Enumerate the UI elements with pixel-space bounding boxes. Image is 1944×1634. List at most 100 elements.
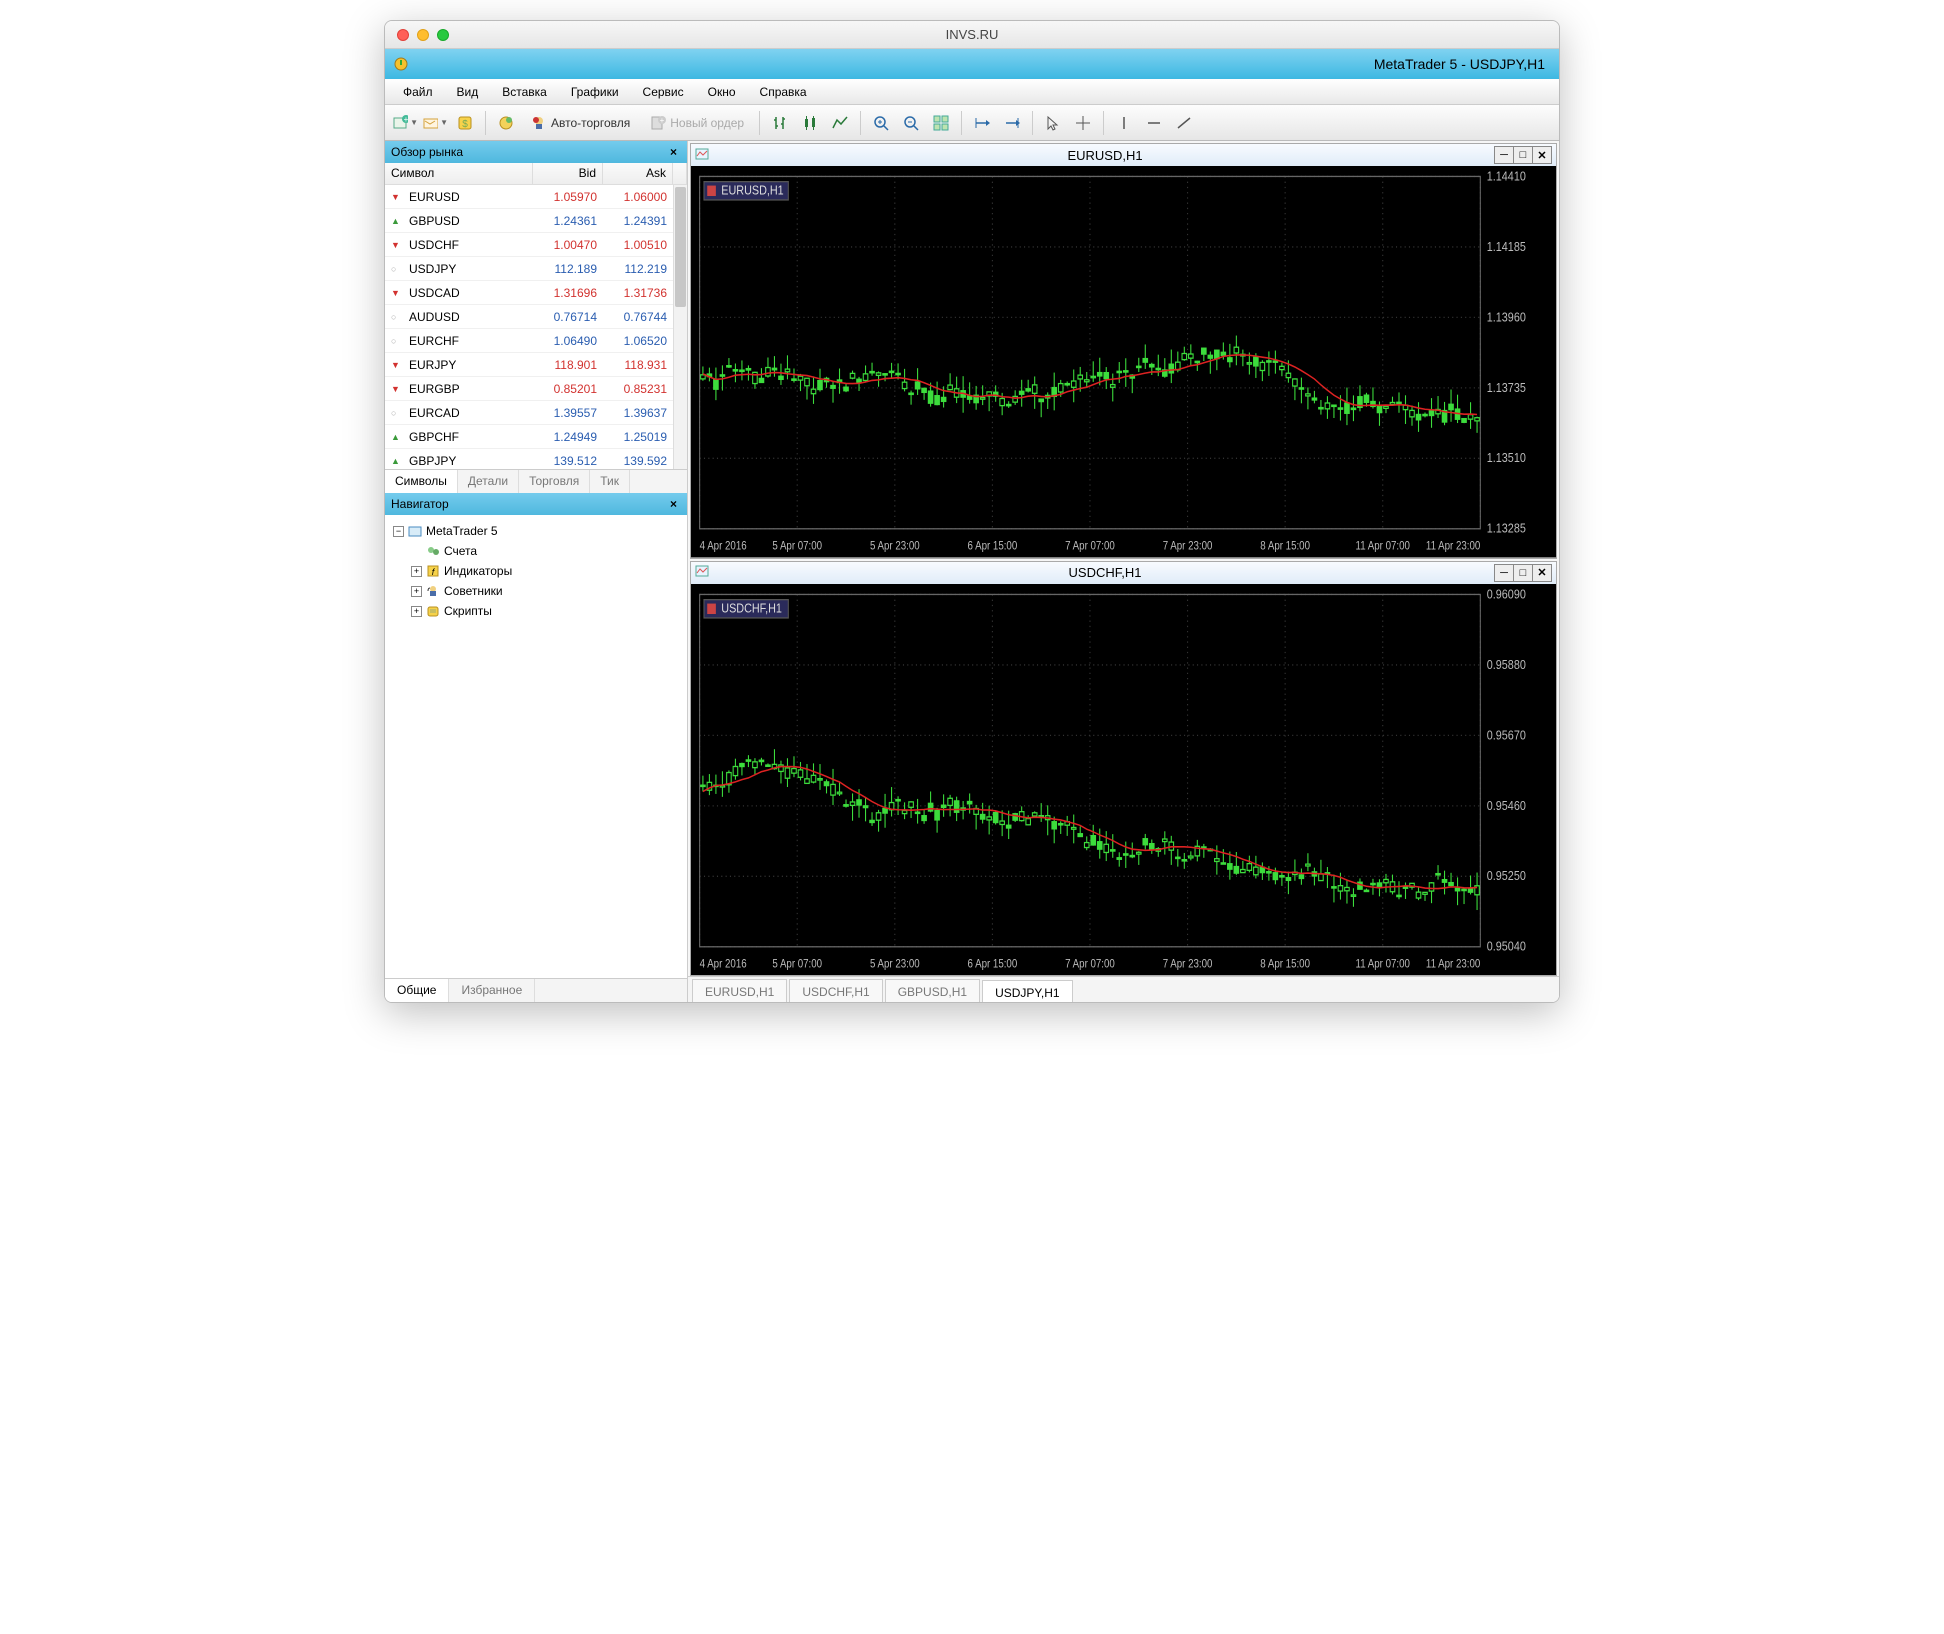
minimize-button[interactable]: ─ [1494, 146, 1514, 164]
chart-window[interactable]: USDCHF,H1 ─ □ ✕ 0.960900.958800.956700.9… [690, 561, 1557, 977]
tab-symbols[interactable]: Символы [385, 470, 458, 494]
autotrade-button[interactable]: Авто-торговля [522, 109, 639, 137]
tab-favorites[interactable]: Избранное [449, 979, 535, 1002]
svg-text:11 Apr 07:00: 11 Apr 07:00 [1356, 540, 1410, 553]
crosshair-button[interactable] [1069, 109, 1097, 137]
market-watch-header[interactable]: Обзор рынка × [385, 141, 687, 163]
menu-window[interactable]: Окно [698, 82, 746, 102]
new-chart-button[interactable]: +▼ [391, 109, 419, 137]
market-row[interactable]: ▲ GBPJPY 139.512 139.592 [385, 449, 687, 469]
market-scrollbar[interactable] [673, 185, 687, 469]
menu-insert[interactable]: Вставка [492, 82, 557, 102]
tab-trade[interactable]: Торговля [519, 470, 590, 493]
close-panel-icon[interactable]: × [666, 497, 681, 511]
svg-text:1.13510: 1.13510 [1487, 450, 1526, 465]
shift-chart-button[interactable] [968, 109, 996, 137]
chart-tab[interactable]: EURUSD,H1 [692, 979, 787, 1002]
chart-tab[interactable]: USDJPY,H1 [982, 980, 1072, 1002]
market-row[interactable]: ▼ EURJPY 118.901 118.931 [385, 353, 687, 377]
candle-chart-button[interactable] [796, 109, 824, 137]
col-symbol[interactable]: Символ [385, 163, 533, 184]
tree-item-accounts[interactable]: Счета [393, 541, 679, 561]
minimize-icon[interactable] [417, 29, 429, 41]
market-row[interactable]: ▲ GBPUSD 1.24361 1.24391 [385, 209, 687, 233]
svg-text:0.95880: 0.95880 [1487, 656, 1526, 671]
profiles-button[interactable]: ▼ [421, 109, 449, 137]
chart-tab[interactable]: USDCHF,H1 [789, 979, 882, 1002]
hline-button[interactable] [1140, 109, 1168, 137]
market-row[interactable]: ▲ GBPCHF 1.24949 1.25019 [385, 425, 687, 449]
expert-icon [426, 584, 440, 598]
minimize-button[interactable]: ─ [1494, 564, 1514, 582]
expand-icon[interactable]: + [411, 606, 422, 617]
chart-title-label: EURUSD,H1 [715, 148, 1495, 163]
chart-tab[interactable]: GBPUSD,H1 [885, 979, 980, 1002]
ask-value: 1.24391 [603, 214, 673, 228]
chart-titlebar[interactable]: EURUSD,H1 ─ □ ✕ [691, 144, 1556, 166]
svg-text:7 Apr 23:00: 7 Apr 23:00 [1163, 540, 1213, 553]
close-panel-icon[interactable]: × [666, 145, 681, 159]
tree-item-indicators[interactable]: + f Индикаторы [393, 561, 679, 581]
collapse-icon[interactable]: − [393, 526, 404, 537]
mac-titlebar[interactable]: INVS.RU [385, 21, 1559, 49]
market-row[interactable]: ○ USDJPY 112.189 112.219 [385, 257, 687, 281]
tab-ticks[interactable]: Тик [590, 470, 630, 493]
tree-item-experts[interactable]: + Советники [393, 581, 679, 601]
new-order-button[interactable]: +Новый ордер [641, 109, 753, 137]
close-button[interactable]: ✕ [1532, 564, 1552, 582]
market-row[interactable]: ▼ EURGBP 0.85201 0.85231 [385, 377, 687, 401]
close-button[interactable]: ✕ [1532, 146, 1552, 164]
maximize-icon[interactable] [437, 29, 449, 41]
maximize-button[interactable]: □ [1513, 146, 1533, 164]
tab-common[interactable]: Общие [385, 979, 449, 1002]
tree-item-scripts[interactable]: + Скрипты [393, 601, 679, 621]
market-row[interactable]: ○ EURCAD 1.39557 1.39637 [385, 401, 687, 425]
expand-icon[interactable]: + [411, 566, 422, 577]
market-row[interactable]: ▼ USDCHF 1.00470 1.00510 [385, 233, 687, 257]
svg-text:$: $ [462, 119, 468, 130]
line-chart-button[interactable] [826, 109, 854, 137]
maximize-button[interactable]: □ [1513, 564, 1533, 582]
close-icon[interactable] [397, 29, 409, 41]
vline-button[interactable] [1110, 109, 1138, 137]
menu-help[interactable]: Справка [750, 82, 817, 102]
chart-canvas[interactable]: 1.144101.141851.139601.137351.135101.132… [691, 166, 1556, 558]
navigator-tree[interactable]: − MetaTrader 5 Счета + f Индикато [385, 515, 687, 978]
navigator-header[interactable]: Навигатор × [385, 493, 687, 515]
expand-icon[interactable]: + [411, 586, 422, 597]
toolbox-button[interactable] [492, 109, 520, 137]
chart-canvas[interactable]: 0.960900.958800.956700.954600.952500.950… [691, 584, 1556, 976]
toolbar: +▼ ▼ $ Авто-торговля +Новый ордер [385, 105, 1559, 141]
market-body[interactable]: ▼ EURUSD 1.05970 1.06000▲ GBPUSD 1.24361… [385, 185, 687, 469]
auto-scroll-button[interactable] [998, 109, 1026, 137]
chart-tabs: EURUSD,H1USDCHF,H1GBPUSD,H1USDJPY,H1 [688, 976, 1559, 1002]
market-row[interactable]: ▼ EURUSD 1.05970 1.06000 [385, 185, 687, 209]
bid-value: 1.24949 [533, 430, 603, 444]
tree-item-label: Счета [444, 544, 477, 558]
market-row[interactable]: ▼ USDCAD 1.31696 1.31736 [385, 281, 687, 305]
col-scroll-spacer [673, 163, 687, 184]
chart-titlebar[interactable]: USDCHF,H1 ─ □ ✕ [691, 562, 1556, 584]
menu-service[interactable]: Сервис [633, 82, 694, 102]
cursor-button[interactable] [1039, 109, 1067, 137]
tree-root[interactable]: − MetaTrader 5 [393, 521, 679, 541]
menu-file[interactable]: Файл [393, 82, 443, 102]
menu-charts[interactable]: Графики [561, 82, 629, 102]
zoom-in-button[interactable] [867, 109, 895, 137]
scrollbar-thumb[interactable] [675, 187, 686, 307]
market-watch-button[interactable]: $ [451, 109, 479, 137]
col-bid[interactable]: Bid [533, 163, 603, 184]
menu-view[interactable]: Вид [447, 82, 489, 102]
zoom-out-button[interactable] [897, 109, 925, 137]
market-row[interactable]: ○ AUDUSD 0.76714 0.76744 [385, 305, 687, 329]
tab-details[interactable]: Детали [458, 470, 519, 493]
app-titlebar[interactable]: MetaTrader 5 - USDJPY,H1 [385, 49, 1559, 79]
tile-windows-button[interactable] [927, 109, 955, 137]
trendline-button[interactable] [1170, 109, 1198, 137]
market-row[interactable]: ○ EURCHF 1.06490 1.06520 [385, 329, 687, 353]
col-ask[interactable]: Ask [603, 163, 673, 184]
market-columns: Символ Bid Ask [385, 163, 687, 185]
bar-chart-button[interactable] [766, 109, 794, 137]
tree-item-label: Советники [444, 584, 503, 598]
chart-window[interactable]: EURUSD,H1 ─ □ ✕ 1.144101.141851.139601.1… [690, 143, 1557, 559]
